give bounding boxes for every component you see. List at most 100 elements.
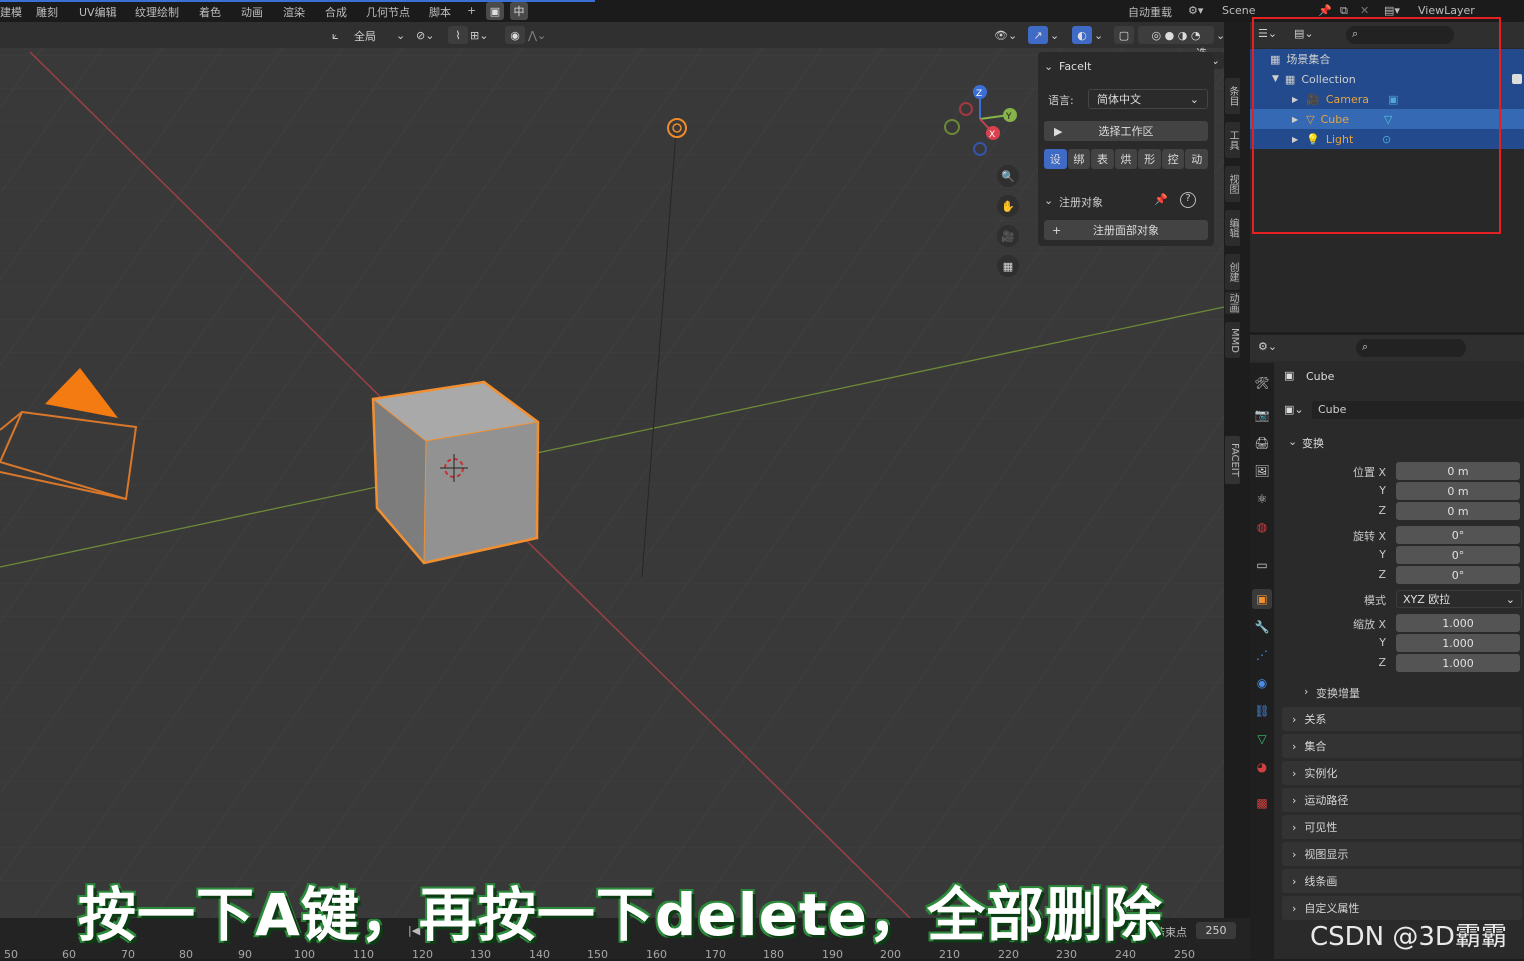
rotation-y-field[interactable]: 0°	[1396, 546, 1520, 564]
sidebar-tab-create[interactable]: 创建	[1225, 254, 1240, 290]
workspace-tab-texture-paint[interactable]: 纹理绘制	[135, 4, 179, 20]
sidebar-tab-edit[interactable]: 编辑	[1225, 210, 1240, 246]
delta-transform-label[interactable]: 变换增量	[1316, 685, 1360, 701]
output-icon[interactable]: 🖨	[1252, 433, 1272, 453]
render-icon[interactable]: 📷	[1252, 405, 1272, 425]
close-icon[interactable]: ✕	[1360, 4, 1369, 17]
scene-name[interactable]: Scene	[1222, 4, 1256, 17]
workspace-tab-animation[interactable]: 动画	[241, 4, 263, 20]
overlay-dropdown-icon[interactable]: ⌄	[1094, 27, 1103, 44]
scale-y-field[interactable]: 1.000	[1396, 634, 1520, 652]
gizmo-dropdown-icon[interactable]: ⌄	[1050, 27, 1059, 44]
rotation-mode-select[interactable]: XYZ 欧拉 ⌄	[1396, 590, 1522, 608]
pivot-icon[interactable]: ⊘⌄	[416, 27, 434, 44]
visibility-icon[interactable]: 👁⌄	[994, 27, 1017, 44]
zoom-icon[interactable]: 🔍	[997, 165, 1019, 187]
section-visibility[interactable]: › 可见性	[1282, 815, 1522, 839]
camera-view-icon[interactable]: 🎥	[997, 225, 1019, 247]
tab-setup[interactable]: 设	[1044, 149, 1067, 169]
scale-x-field[interactable]: 1.000	[1396, 614, 1520, 632]
end-frame-field[interactable]: 250	[1196, 922, 1236, 939]
proportional-edit-icon[interactable]: ◉	[505, 26, 525, 44]
orientation-dropdown[interactable]: 全局	[354, 27, 376, 44]
sidebar-tab-animation[interactable]: 动画	[1225, 292, 1240, 314]
properties-search-input[interactable]: ⌕	[1356, 339, 1466, 357]
location-z-field[interactable]: 0 m	[1396, 502, 1520, 520]
section-motion-paths[interactable]: › 运动路径	[1282, 788, 1522, 812]
scale-z-field[interactable]: 1.000	[1396, 654, 1520, 672]
workspace-tab-geometry-nodes[interactable]: 几何节点	[366, 4, 410, 20]
section-relations[interactable]: › 关系	[1282, 707, 1522, 731]
material-icon[interactable]: ◕	[1252, 757, 1272, 777]
mesh-data-icon[interactable]: ▽	[1252, 729, 1272, 749]
select-workspace-button[interactable]: ▶ 选择工作区	[1044, 121, 1208, 141]
workspace-tab-sculpt[interactable]: 雕刻	[36, 4, 58, 20]
language-select[interactable]: 简体中文 ⌄	[1088, 89, 1208, 109]
editor-type-icon[interactable]: ⚙⌄	[1258, 340, 1277, 353]
screen-icon[interactable]: ▣	[486, 2, 504, 20]
modifier-wrench-icon[interactable]: 🔧	[1252, 617, 1272, 637]
scene-icon[interactable]: ⚛	[1252, 489, 1272, 509]
object-data-icon[interactable]: ▣⌄	[1284, 403, 1304, 416]
sidebar-tab-view[interactable]: 视图	[1225, 166, 1240, 202]
transform-collapse-icon[interactable]: ⌄	[1288, 435, 1297, 448]
section-line-art[interactable]: › 线条画	[1282, 869, 1522, 893]
world-icon[interactable]: ◍	[1252, 517, 1272, 537]
sidebar-tab-faceit[interactable]: FACEIT	[1225, 436, 1240, 484]
location-x-field[interactable]: 0 m	[1396, 462, 1520, 480]
rotation-x-field[interactable]: 0°	[1396, 526, 1520, 544]
collection-icon[interactable]: ▭	[1252, 555, 1272, 575]
section-collections[interactable]: › 集合	[1282, 734, 1522, 758]
shading-dropdown-icon[interactable]: ⌄	[1216, 27, 1224, 44]
language-toggle-button[interactable]: 中	[510, 2, 528, 20]
register-face-button[interactable]: + 注册面部对象	[1044, 220, 1208, 240]
tab-shapes[interactable]: 形	[1138, 149, 1161, 169]
register-collapse-icon[interactable]: ⌄	[1044, 194, 1053, 207]
sidebar-tab-item[interactable]: 条目	[1225, 78, 1240, 114]
overlay-toggle-icon[interactable]: ◐	[1072, 26, 1092, 44]
location-y-field[interactable]: 0 m	[1396, 482, 1520, 500]
workspace-tab-scripting[interactable]: 脚本	[429, 4, 451, 20]
workspace-tab-uv[interactable]: UV编辑	[79, 4, 117, 20]
shading-mode-group[interactable]: ◎ ● ◑ ◔	[1138, 26, 1214, 44]
view-layer-icon[interactable]: 🖼	[1252, 461, 1272, 481]
particles-icon[interactable]: ⋰	[1252, 645, 1272, 665]
workspace-tab-shading[interactable]: 着色	[199, 4, 221, 20]
falloff-icon[interactable]: ⋀⌄	[528, 27, 546, 44]
sidebar-tab-mmd[interactable]: MMD	[1225, 322, 1240, 358]
object-icon[interactable]: ▣	[1252, 589, 1272, 609]
physics-icon[interactable]: ◉	[1252, 673, 1272, 693]
collection-checkbox[interactable]	[1512, 74, 1522, 84]
chevron-down-icon[interactable]: ⌄	[396, 27, 405, 44]
tool-icon[interactable]: 🛠	[1252, 373, 1272, 393]
new-scene-icon[interactable]: ⧉	[1340, 4, 1348, 18]
tab-bake[interactable]: 烘	[1114, 149, 1138, 169]
workspace-tab-compositing[interactable]: 合成	[325, 4, 347, 20]
tab-expressions[interactable]: 表	[1091, 149, 1114, 169]
section-viewport-display[interactable]: › 视图显示	[1282, 842, 1522, 866]
snap-target-icon[interactable]: ⊞⌄	[470, 27, 488, 44]
viewlayer-name[interactable]: ViewLayer	[1418, 4, 1475, 17]
add-workspace-button[interactable]: +	[467, 4, 476, 17]
faceit-collapse-icon[interactable]: ⌄	[1044, 60, 1053, 73]
tab-control[interactable]: 控	[1161, 149, 1185, 169]
texture-icon[interactable]: ▩	[1252, 793, 1272, 813]
workspace-tab-rendering[interactable]: 渲染	[283, 4, 305, 20]
help-icon[interactable]: ?	[1180, 192, 1196, 208]
constraints-icon[interactable]: ⛓	[1252, 701, 1272, 721]
workspace-tab-modeling[interactable]: 建模	[0, 4, 22, 20]
tab-rig[interactable]: 绑	[1067, 149, 1091, 169]
section-instancing[interactable]: › 实例化	[1282, 761, 1522, 785]
perspective-grid-icon[interactable]: ▦	[997, 255, 1019, 277]
sidebar-tab-tool[interactable]: 工具	[1225, 122, 1240, 158]
delta-expand-icon[interactable]: ›	[1304, 685, 1308, 698]
snap-icon[interactable]: ⌇	[448, 26, 468, 44]
pin-icon[interactable]: 📌	[1318, 4, 1332, 17]
gizmo-toggle-icon[interactable]: ↗	[1028, 26, 1048, 44]
viewlayer-icon[interactable]: ▤▾	[1384, 4, 1400, 17]
tab-animate[interactable]: 动	[1185, 149, 1209, 169]
pin-icon[interactable]: 📌	[1154, 193, 1168, 206]
transform-orientation-icon[interactable]: ⟀	[332, 27, 339, 44]
xray-icon[interactable]: ▢	[1114, 26, 1134, 44]
pan-hand-icon[interactable]: ✋	[997, 195, 1019, 217]
